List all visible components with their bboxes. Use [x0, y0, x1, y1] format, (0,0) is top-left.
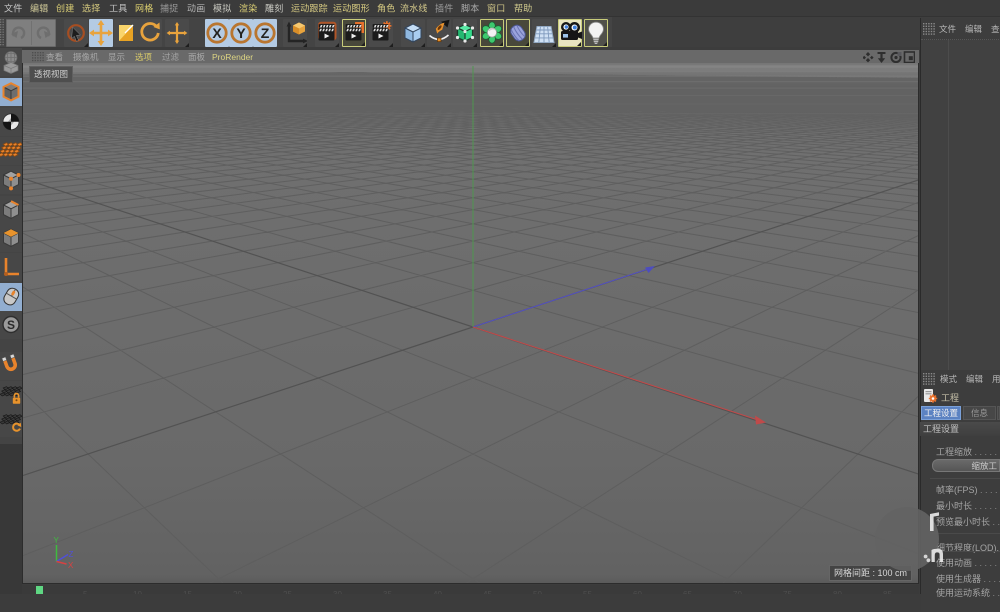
svg-text:X: X [212, 25, 222, 41]
svg-text:Y: Y [236, 25, 246, 41]
svg-text:X: X [68, 561, 74, 570]
svg-text:Z: Z [261, 25, 270, 41]
svg-text:Z: Z [69, 550, 74, 559]
svg-text:Y: Y [54, 536, 60, 545]
svg-text:S: S [7, 318, 15, 332]
